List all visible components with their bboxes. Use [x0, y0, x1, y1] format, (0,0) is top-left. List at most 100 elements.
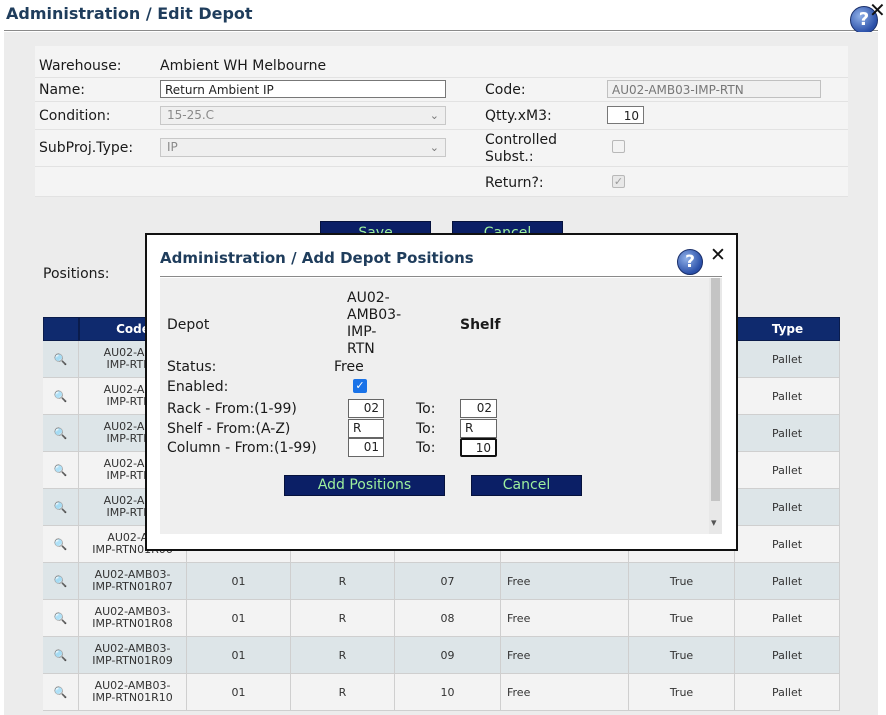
warehouse-value: Ambient WH Melbourne [160, 58, 327, 74]
return-checkbox[interactable]: ✓ [612, 175, 625, 188]
depot-value: AU02- AMB03- IMP- RTN [347, 290, 401, 358]
page-title: Administration / Edit Depot [6, 4, 253, 23]
cell-type: Pallet [735, 674, 840, 710]
controlled-label-line2: Subst.: [485, 149, 534, 165]
cell-shelf: R [291, 600, 395, 636]
row-view-icon[interactable]: 🔍 [43, 452, 79, 488]
form-divider [35, 196, 848, 197]
magnifier-icon[interactable]: 🔍 [54, 649, 68, 662]
name-input[interactable]: Return Ambient IP [160, 80, 446, 98]
condition-value: 15-25.C [167, 108, 215, 122]
cell-rack: 01 [187, 563, 291, 599]
magnifier-icon[interactable]: 🔍 [54, 575, 68, 588]
depot-value-line: AMB03- [347, 307, 402, 323]
magnifier-icon[interactable]: 🔍 [54, 612, 68, 625]
dialog-title: Administration / Add Depot Positions [160, 249, 474, 267]
dialog-cancel-button[interactable]: Cancel [471, 475, 582, 496]
row-view-icon[interactable]: 🔍 [43, 489, 79, 525]
shelf-to-input[interactable]: R [460, 419, 497, 438]
add-positions-button[interactable]: Add Positions [284, 475, 445, 496]
cell-column: 10 [395, 674, 501, 710]
cell-type: Pallet [735, 637, 840, 673]
status-label: Status: [167, 359, 217, 375]
status-value: Free [334, 359, 364, 375]
help-icon[interactable]: ? [677, 249, 703, 275]
title-divider [4, 30, 878, 31]
warehouse-label: Warehouse: [39, 58, 122, 74]
cell-type: Pallet [735, 415, 840, 451]
table-row[interactable]: 🔍 AU02-AMB03- IMP-RTN01R10 01 R 10 Free True Pal… [43, 674, 840, 711]
cell-enabled: True [629, 637, 735, 673]
depot-label: Depot [167, 317, 210, 333]
row-view-icon[interactable]: 🔍 [43, 378, 79, 414]
form-divider [35, 129, 848, 130]
qtty-input[interactable]: 10 [607, 106, 644, 124]
enabled-label: Enabled: [167, 379, 229, 395]
rack-to-label: To: [416, 401, 436, 417]
close-icon[interactable]: ✕ [710, 245, 726, 265]
scroll-down-icon[interactable]: ▾ [711, 516, 717, 529]
magnifier-icon[interactable]: 🔍 [54, 353, 68, 366]
magnifier-icon[interactable]: 🔍 [54, 686, 68, 699]
cell-status: Free [501, 600, 629, 636]
row-view-icon[interactable]: 🔍 [43, 563, 79, 599]
form-divider [35, 166, 848, 167]
row-view-icon[interactable]: 🔍 [43, 600, 79, 636]
cell-shelf: R [291, 563, 395, 599]
cell-column: 08 [395, 600, 501, 636]
cell-code: AU02-AMB03- IMP-RTN01R07 [79, 563, 187, 599]
subproj-label: SubProj.Type: [39, 140, 134, 156]
table-row[interactable]: 🔍 AU02-AMB03- IMP-RTN01R09 01 R 09 Free True Pal… [43, 637, 840, 674]
column-label: Column - From:(1-99) [167, 440, 317, 456]
rack-to-input[interactable]: 02 [460, 399, 497, 418]
controlled-checkbox[interactable] [612, 140, 625, 153]
row-view-icon[interactable]: 🔍 [43, 415, 79, 451]
cell-shelf: R [291, 637, 395, 673]
row-view-icon[interactable]: 🔍 [43, 341, 79, 377]
chevron-down-icon: ⌄ [429, 141, 439, 154]
magnifier-icon[interactable]: 🔍 [54, 427, 68, 440]
form-divider [35, 101, 848, 102]
return-label: Return?: [485, 175, 544, 191]
grid-header-type[interactable]: Type [735, 317, 840, 341]
row-view-icon[interactable]: 🔍 [43, 637, 79, 673]
cell-enabled: True [629, 674, 735, 710]
cell-type: Pallet [735, 600, 840, 636]
row-view-icon[interactable]: 🔍 [43, 526, 79, 562]
add-positions-dialog: Administration / Add Depot Positions ? ✕… [145, 233, 738, 551]
condition-label: Condition: [39, 108, 111, 124]
subproj-select[interactable]: IP ⌄ [160, 138, 446, 157]
close-icon[interactable]: ✕ [869, 0, 886, 20]
cell-type: Pallet [735, 378, 840, 414]
rack-label: Rack - From:(1-99) [167, 401, 297, 417]
magnifier-icon[interactable]: 🔍 [54, 538, 68, 551]
column-to-input[interactable]: 10 [460, 438, 497, 457]
scrollbar-thumb[interactable] [711, 278, 720, 501]
cell-column: 09 [395, 637, 501, 673]
depot-value-line: RTN [347, 341, 375, 357]
column-from-input[interactable]: 01 [348, 438, 384, 457]
cell-enabled: True [629, 600, 735, 636]
column-to-label: To: [416, 440, 436, 456]
condition-select[interactable]: 15-25.C ⌄ [160, 106, 446, 125]
magnifier-icon[interactable]: 🔍 [54, 501, 68, 514]
depot-value-line: AU02- [347, 290, 390, 306]
code-label: Code: [485, 82, 526, 98]
enabled-checkbox[interactable]: ✓ [353, 379, 367, 393]
magnifier-icon[interactable]: 🔍 [54, 390, 68, 403]
cell-column: 07 [395, 563, 501, 599]
table-row[interactable]: 🔍 AU02-AMB03- IMP-RTN01R07 01 R 07 Free True Pal… [43, 563, 840, 600]
magnifier-icon[interactable]: 🔍 [54, 464, 68, 477]
cell-rack: 01 [187, 637, 291, 673]
cell-type: Pallet [735, 563, 840, 599]
row-view-icon[interactable]: 🔍 [43, 674, 79, 710]
grid-header-select [43, 317, 79, 341]
cell-shelf: R [291, 674, 395, 710]
controlled-label-line1: Controlled [485, 132, 557, 148]
shelf-from-input[interactable]: R [348, 419, 384, 438]
cell-status: Free [501, 637, 629, 673]
cell-status: Free [501, 563, 629, 599]
rack-from-input[interactable]: 02 [348, 399, 384, 418]
dialog-scrollbar[interactable]: ▾ [709, 278, 722, 534]
table-row[interactable]: 🔍 AU02-AMB03- IMP-RTN01R08 01 R 08 Free True Pal… [43, 600, 840, 637]
